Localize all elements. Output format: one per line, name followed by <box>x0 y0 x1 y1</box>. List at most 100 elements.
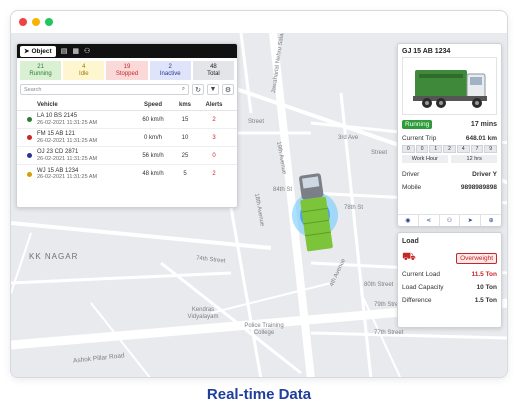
user-icon[interactable]: ⚇ <box>84 48 90 55</box>
table-row[interactable]: LA 10 BS 2145 26-02-2021 11:31:25 AM 60 k… <box>17 111 237 129</box>
status-row: Running 17 mins <box>398 120 501 129</box>
vehicle-speed: 0 km/h <box>143 134 162 141</box>
eye-icon[interactable]: ◉ <box>398 215 419 226</box>
share-icon[interactable]: ⋖ <box>419 215 440 226</box>
mobile-label: Mobile <box>402 184 422 191</box>
current-trip-row: Current Trip 648.01 km <box>398 135 501 142</box>
difference-label: Difference <box>402 297 432 304</box>
vehicle-speed: 60 km/h <box>142 116 164 123</box>
settings-icon[interactable]: ⚙ <box>222 84 234 95</box>
search-bar: Search ⌕ ↻ ▼ ⚙ <box>17 83 237 96</box>
map-label-kk-nagar: KK NAGAR <box>29 252 79 261</box>
col-alerts[interactable]: Alerts <box>197 102 231 108</box>
status-summary: 21 Running 4 Idle 19 Stopped 2 Inactive … <box>17 58 237 83</box>
odometer-digit: 7 <box>470 145 484 153</box>
stat-total[interactable]: 48 Total <box>192 61 235 80</box>
capacity-row: Load Capacity 10 Ton <box>398 284 501 291</box>
stat-running[interactable]: 21 Running <box>20 61 62 80</box>
table-row[interactable]: FM 15 AB 121 26-02-2021 11:31:25 AM 0 km/… <box>17 129 237 147</box>
difference-value: 1.5 Ton <box>474 297 497 304</box>
odometer: 0 0 1 2 4 7 9 <box>398 145 501 153</box>
search-input[interactable]: Search ⌕ <box>20 84 189 95</box>
stat-running-label: Running <box>29 70 52 77</box>
window-titlebar <box>11 11 507 33</box>
search-placeholder: Search <box>24 86 42 93</box>
vehicle-time: 26-02-2021 11:31:25 AM <box>37 155 98 162</box>
vehicle-time: 26-02-2021 11:31:25 AM <box>37 119 98 126</box>
panel-header: ➤ Object ▤ ▦ ⚇ <box>17 44 237 58</box>
stat-inactive[interactable]: 2 Inactive <box>149 61 191 80</box>
stat-inactive-label: Inactive <box>159 70 181 77</box>
tab-object-label: Object <box>31 47 52 55</box>
load-alert-row: ⛟ Overweight <box>398 251 501 265</box>
table-row[interactable]: WJ 15 AB 1234 26-02-2021 11:31:25 AM 48 k… <box>17 165 237 183</box>
vehicle-actions: ◉ ⋖ ⚇ ➤ ⊕ <box>398 214 501 226</box>
stat-stopped-label: Stopped <box>115 70 139 77</box>
vehicle-marker[interactable] <box>296 168 336 258</box>
current-trip-value: 648.01 km <box>465 135 497 142</box>
driver-value: Driver Y <box>472 171 497 178</box>
map-label-84th-st: 84th St <box>273 187 293 193</box>
work-hour-row: Work Hour 12 hrs <box>398 155 501 163</box>
status-dot <box>27 153 32 158</box>
stat-idle-label: Idle <box>78 70 89 77</box>
stat-total-label: Total <box>207 70 220 77</box>
zoom-icon[interactable]: ⊕ <box>481 215 501 226</box>
tab-object[interactable]: ➤ Object <box>20 45 56 57</box>
grid-icon[interactable]: ▦ <box>72 48 79 55</box>
odometer-digit: 2 <box>443 145 456 153</box>
stat-stopped-count: 19 <box>123 63 131 70</box>
mobile-row: Mobile 9898989898 <box>398 184 501 191</box>
current-load-row: Current Load 11.5 Ton <box>398 271 501 278</box>
maximize-window-dot[interactable] <box>45 18 53 26</box>
vehicle-kms: 5 <box>183 171 187 177</box>
map-label-3rd-ave: 3rd Ave <box>338 135 359 141</box>
map-label-street-right: Street <box>371 150 388 156</box>
page-caption: Real-time Data <box>206 386 312 403</box>
current-load-value: 11.5 Ton <box>471 271 497 278</box>
capacity-label: Load Capacity <box>402 284 444 291</box>
truck-alert-icon: ⛟ <box>402 251 416 263</box>
stat-inactive-count: 2 <box>168 63 172 70</box>
app-window: KK NAGAR Ashok Pillar Road 3rd Ave 84th … <box>10 10 508 378</box>
vehicle-alerts: 3 <box>212 134 216 141</box>
user-icon[interactable]: ⚇ <box>440 215 461 226</box>
close-window-dot[interactable] <box>19 18 27 26</box>
col-kms[interactable]: kms <box>173 102 197 108</box>
vehicle-alerts: 0 <box>212 152 216 159</box>
refresh-icon[interactable]: ↻ <box>192 84 204 95</box>
col-speed[interactable]: Speed <box>133 102 173 108</box>
col-vehicle[interactable]: Vehicle <box>37 102 133 108</box>
driver-row: Driver Driver Y <box>398 171 501 178</box>
building-icon[interactable]: ▤ <box>61 48 68 55</box>
map-label-kendras: Kendras Vidyalayam <box>187 307 219 320</box>
odometer-digit: 0 <box>402 145 415 153</box>
table-row[interactable]: OJ 23 CD 2871 26-02-2021 11:31:25 AM 56 k… <box>17 147 237 165</box>
map-label-80th-st: 80th Street <box>364 282 394 288</box>
map-label-street-top: Street <box>248 119 265 125</box>
minimize-window-dot[interactable] <box>32 18 40 26</box>
map-label-78th-st: 78th St <box>344 205 364 211</box>
status-dot <box>27 171 32 177</box>
overweight-badge: Overweight <box>456 252 497 264</box>
vehicle-plate-title: GJ 15 AB 1234 <box>402 48 451 55</box>
status-dot <box>27 135 32 140</box>
map-label-police-college: Police Training College <box>244 323 284 336</box>
stat-idle[interactable]: 4 Idle <box>63 61 105 80</box>
status-duration: 17 mins <box>470 121 497 128</box>
navigate-icon[interactable]: ➤ <box>460 215 482 226</box>
vehicle-speed: 48 km/h <box>142 171 164 177</box>
vehicle-alerts: 2 <box>212 171 216 177</box>
map-view[interactable]: KK NAGAR Ashok Pillar Road 3rd Ave 84th … <box>11 33 507 377</box>
difference-row: Difference 1.5 Ton <box>398 297 501 304</box>
stat-stopped[interactable]: 19 Stopped <box>106 61 148 80</box>
vehicle-kms: 25 <box>181 152 189 159</box>
vehicle-speed: 56 km/h <box>142 152 164 159</box>
map-label-77th-st: 77th Street <box>374 330 404 336</box>
garbage-truck-icon <box>413 70 487 108</box>
mobile-value: 9898989898 <box>460 184 497 191</box>
driver-label: Driver <box>402 171 420 178</box>
vehicle-list-panel: ➤ Object ▤ ▦ ⚇ 21 Running 4 Idle 19 Stop… <box>16 43 238 208</box>
load-panel: Load ⛟ Overweight Current Load 11.5 Ton … <box>397 232 502 328</box>
filter-icon[interactable]: ▼ <box>207 84 219 95</box>
